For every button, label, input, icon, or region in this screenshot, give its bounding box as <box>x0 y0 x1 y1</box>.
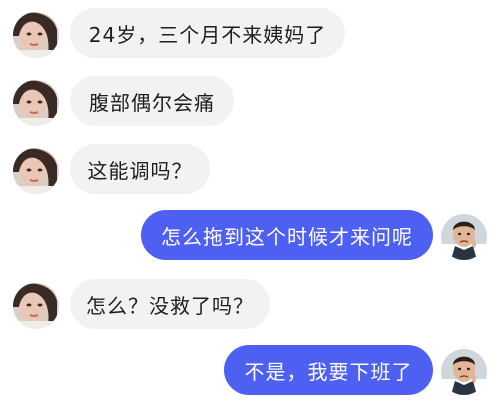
woman-portrait-icon <box>13 148 59 194</box>
message-bubble: 怎么拖到这个时候才来问呢 <box>141 210 433 260</box>
patient-avatar[interactable] <box>13 12 59 58</box>
message-row: 24岁，三个月不来姨妈了 <box>0 8 500 62</box>
chat-thread: 24岁，三个月不来姨妈了 腹部偶尔会痛 这能调吗？ 怎么拖到这个时候才来问呢 怎… <box>0 0 500 418</box>
message-bubble: 怎么？没救了吗？ <box>70 279 270 329</box>
message-row: 不是，我要下班了 <box>0 345 500 399</box>
patient-avatar[interactable] <box>13 283 59 329</box>
patient-avatar[interactable] <box>13 80 59 126</box>
man-portrait-icon <box>441 349 487 395</box>
message-bubble: 24岁，三个月不来姨妈了 <box>70 8 345 58</box>
doctor-avatar[interactable] <box>441 214 487 260</box>
message-row: 腹部偶尔会痛 <box>0 76 500 130</box>
message-row: 怎么拖到这个时候才来问呢 <box>0 210 500 264</box>
woman-portrait-icon <box>13 283 59 329</box>
woman-portrait-icon <box>13 12 59 58</box>
man-portrait-icon <box>441 214 487 260</box>
doctor-avatar[interactable] <box>441 349 487 395</box>
message-bubble: 腹部偶尔会痛 <box>70 76 234 126</box>
message-row: 这能调吗？ <box>0 144 500 198</box>
message-row: 怎么？没救了吗？ <box>0 279 500 333</box>
woman-portrait-icon <box>13 80 59 126</box>
message-bubble: 不是，我要下班了 <box>224 345 433 395</box>
patient-avatar[interactable] <box>13 148 59 194</box>
message-bubble: 这能调吗？ <box>70 144 210 194</box>
